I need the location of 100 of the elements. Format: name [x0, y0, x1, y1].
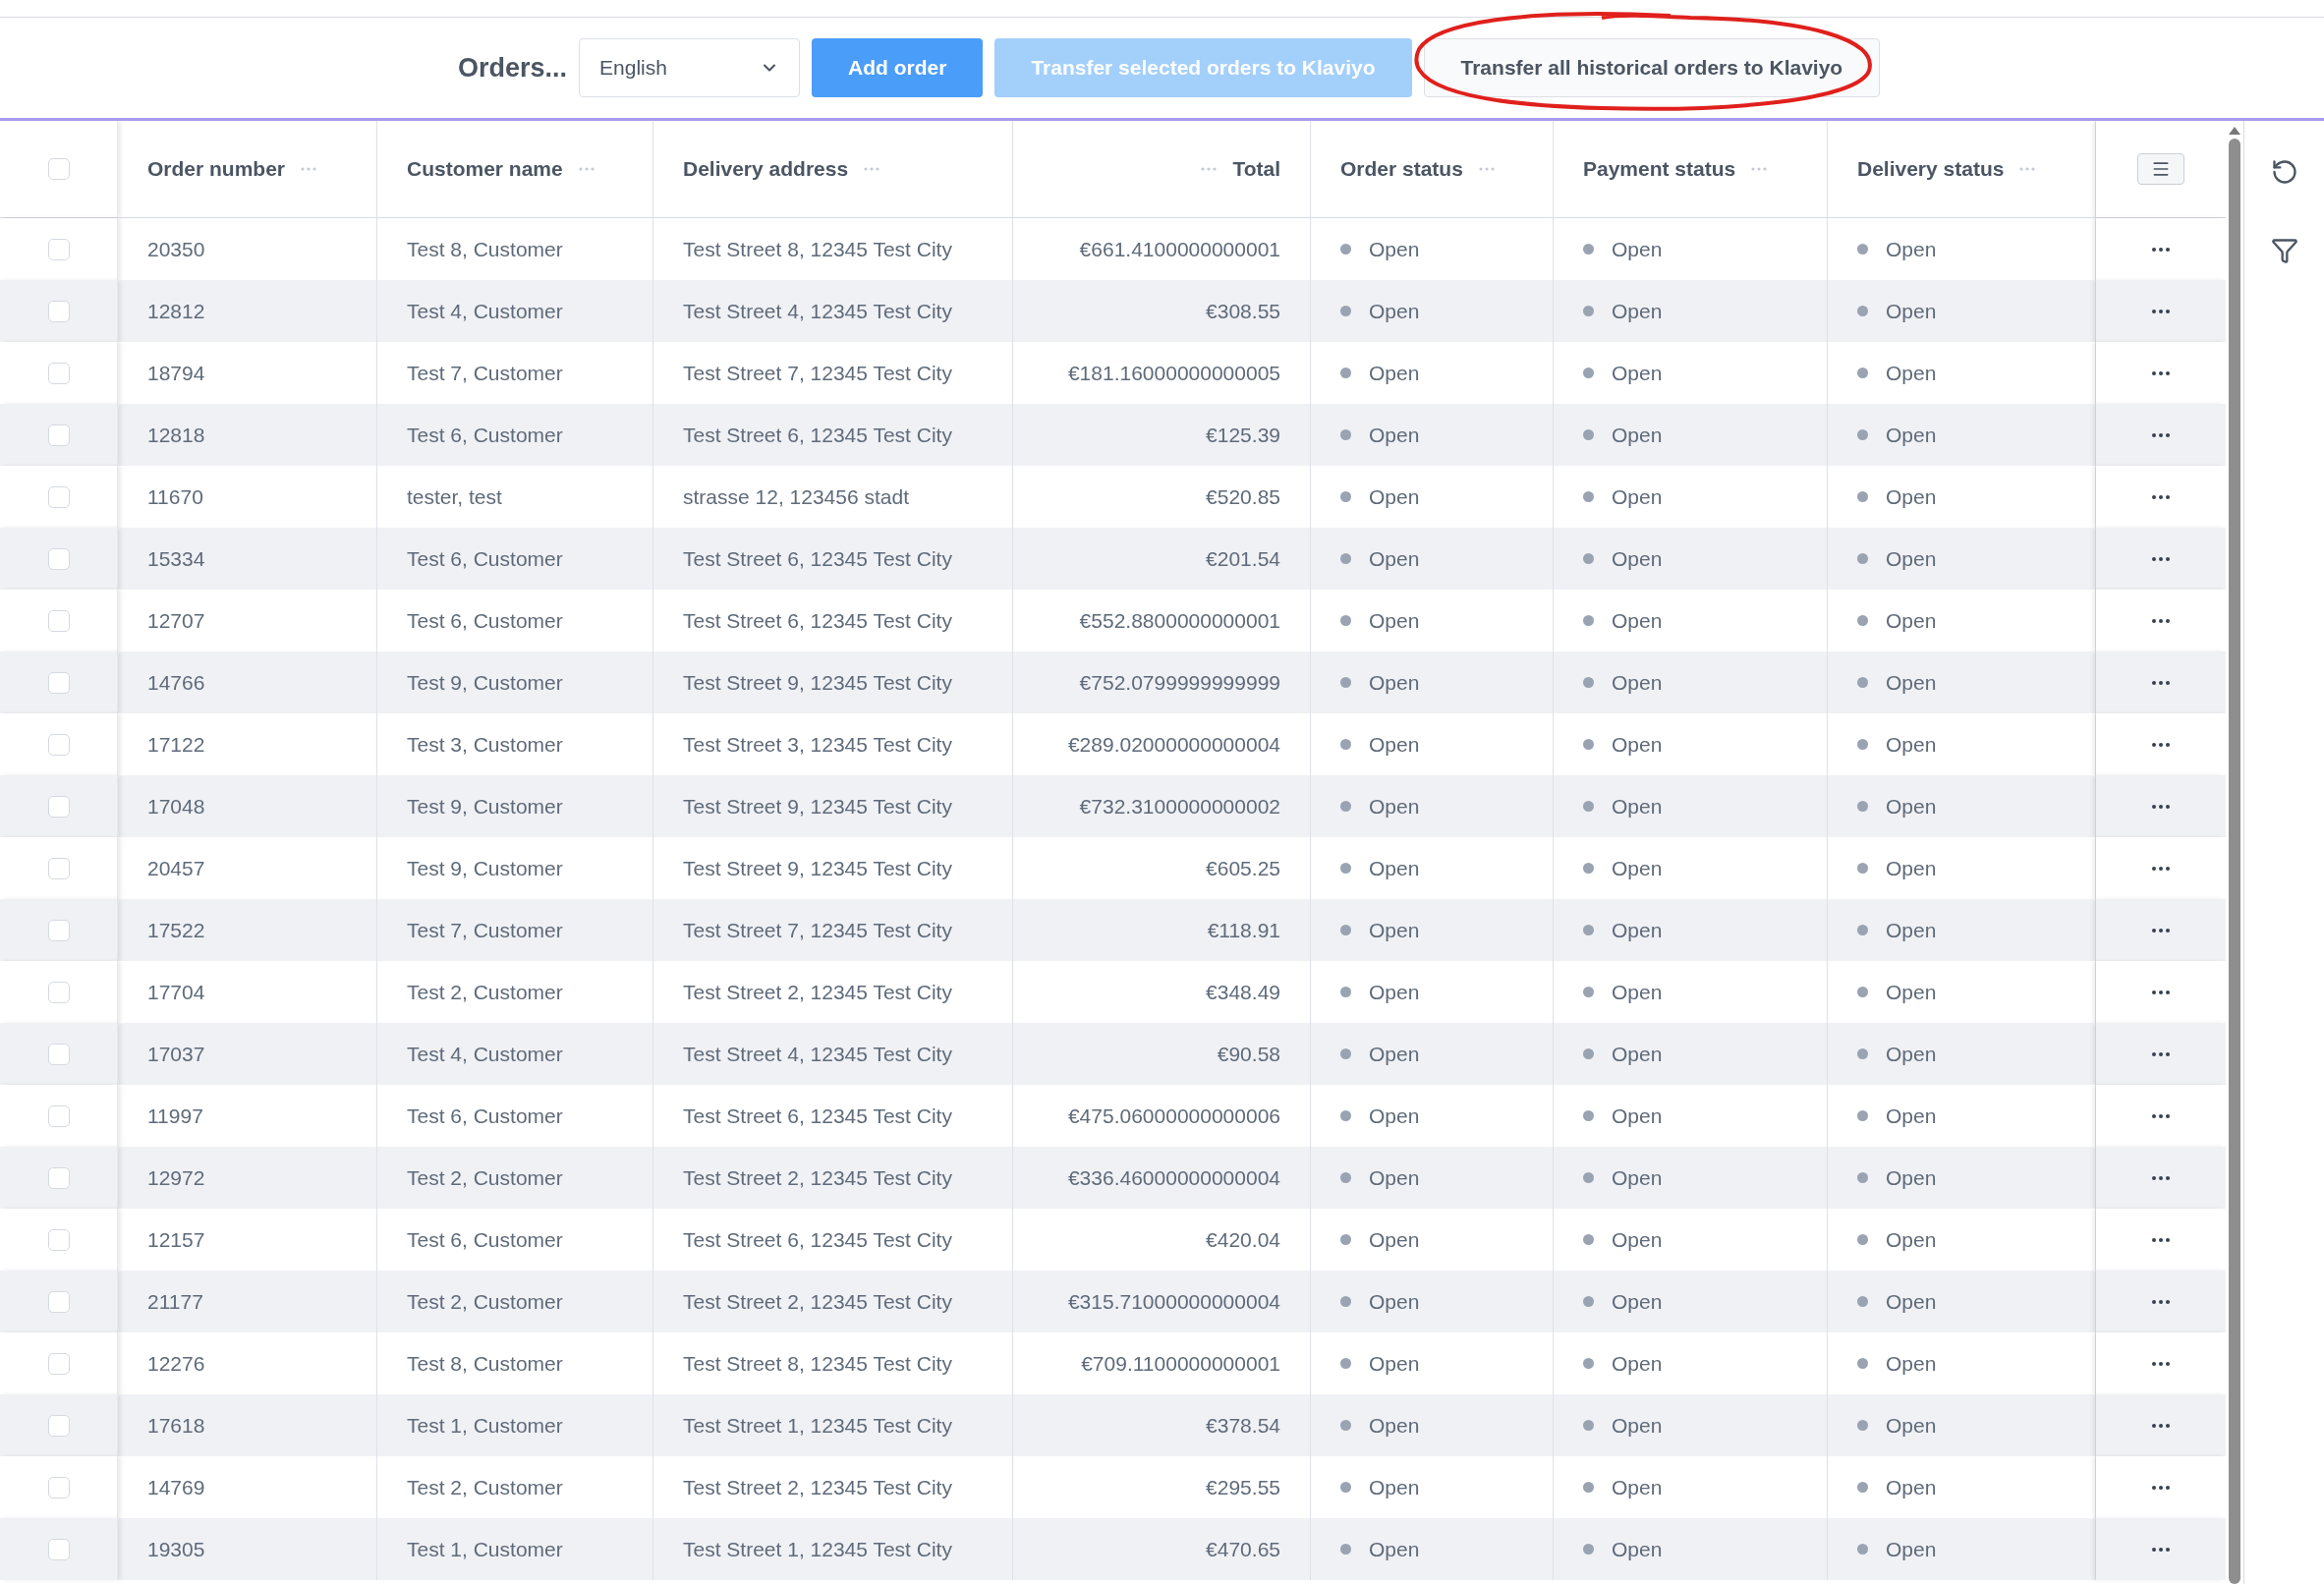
row-more-button[interactable]: [2152, 432, 2170, 437]
status-label: Open: [1857, 295, 1937, 327]
column-header[interactable]: Total: [1232, 153, 1280, 185]
checkbox[interactable]: [47, 1538, 70, 1560]
checkbox[interactable]: [47, 238, 70, 260]
row-more-button[interactable]: [2152, 866, 2170, 871]
column-menu-icon[interactable]: [2019, 167, 2036, 171]
row-more-button[interactable]: [2152, 990, 2170, 994]
row-more-button[interactable]: [2152, 928, 2170, 933]
row-more-button[interactable]: [2152, 370, 2170, 375]
checkbox[interactable]: [47, 733, 70, 756]
column-menu-icon[interactable]: [1201, 167, 1218, 171]
column-header[interactable]: Order number: [147, 153, 286, 185]
column-header[interactable]: Delivery address: [683, 153, 849, 185]
column-menu-icon[interactable]: [301, 167, 317, 171]
row-more-button[interactable]: [2152, 1299, 2170, 1304]
status-label: Open: [1340, 976, 1420, 1008]
checkbox[interactable]: [47, 1290, 70, 1313]
status-label: Open: [1857, 728, 1937, 761]
column-header[interactable]: Customer name: [407, 153, 563, 185]
table-cell-text: 12972: [147, 1164, 205, 1191]
row-more-button[interactable]: [2152, 1113, 2170, 1118]
checkbox[interactable]: [47, 1043, 70, 1065]
row-more-button[interactable]: [2152, 804, 2170, 809]
row-more-button[interactable]: [2152, 1423, 2170, 1428]
checkbox[interactable]: [47, 362, 70, 384]
more-icon: [2152, 1299, 2170, 1304]
table-cell-text: Test Street 2, 12345 Test City: [683, 1474, 952, 1500]
status-label: Open: [1583, 852, 1663, 884]
column-header[interactable]: Delivery status: [1857, 153, 2005, 185]
table-cell-text: €520.85: [1206, 483, 1280, 510]
table-cell-text: Test Street 1, 12345 Test City: [683, 1412, 952, 1439]
row-more-button[interactable]: [2152, 309, 2170, 313]
menu-button[interactable]: [2137, 153, 2184, 185]
table-cell-text: 17618: [147, 1412, 205, 1439]
table-cell-text: Test 9, Customer: [407, 855, 563, 881]
checkbox[interactable]: [47, 609, 70, 632]
row-more-button[interactable]: [2152, 1547, 2170, 1552]
more-icon: [2152, 370, 2170, 375]
checkbox[interactable]: [47, 485, 70, 508]
more-icon: [2152, 680, 2170, 685]
checkbox[interactable]: [47, 300, 70, 322]
status-label: Open: [1340, 1285, 1420, 1318]
checkbox[interactable]: [47, 547, 70, 570]
row-more-button[interactable]: [2152, 742, 2170, 747]
status-label: Open: [1857, 1223, 1937, 1256]
table-cell-text: 21177: [147, 1288, 203, 1315]
reset-button[interactable]: [2270, 158, 2298, 186]
table-cell-text: 12276: [147, 1350, 205, 1377]
table-cell-text: Test 7, Customer: [407, 917, 563, 943]
checkbox[interactable]: [47, 1352, 70, 1375]
language-select[interactable]: English: [579, 38, 801, 97]
table-cell-text: 17048: [147, 793, 205, 820]
status-label: Open: [1340, 852, 1420, 884]
row-more-button[interactable]: [2152, 1361, 2170, 1366]
table-cell-text: Test Street 6, 12345 Test City: [683, 1226, 952, 1253]
column-header[interactable]: Payment status: [1583, 153, 1736, 185]
table-cell-text: 14769: [147, 1474, 205, 1500]
row-more-button[interactable]: [2152, 1175, 2170, 1180]
status-label: Open: [1583, 1161, 1663, 1194]
table-cell-text: 11670: [147, 483, 203, 510]
table-cell-text: €552.8800000000001: [1079, 607, 1280, 634]
checkbox[interactable]: [47, 1228, 70, 1251]
status-label: Open: [1857, 233, 1937, 265]
row-more-button[interactable]: [2152, 1237, 2170, 1242]
checkbox[interactable]: [47, 424, 70, 446]
checkbox[interactable]: [47, 1414, 70, 1437]
table-cell-text: €470.65: [1206, 1536, 1280, 1562]
checkbox[interactable]: [47, 1166, 70, 1189]
table-cell-text: €348.49: [1206, 979, 1280, 1005]
table-cell-text: Test Street 1, 12345 Test City: [683, 1536, 952, 1562]
column-menu-icon[interactable]: [864, 167, 880, 171]
row-more-button[interactable]: [2152, 1485, 2170, 1490]
checkbox[interactable]: [47, 671, 70, 694]
filter-button[interactable]: [2270, 237, 2298, 264]
status-label: Open: [1340, 481, 1420, 513]
status-label: Open: [1857, 1471, 1937, 1503]
column-header[interactable]: Order status: [1340, 153, 1463, 185]
transfer-button[interactable]: Transfer all historical orders to Klaviyo: [1423, 38, 1881, 97]
checkbox[interactable]: [47, 158, 70, 180]
more-icon: [2152, 1423, 2170, 1428]
table-cell-text: Test Street 9, 12345 Test City: [683, 855, 952, 881]
checkbox[interactable]: [47, 919, 70, 941]
more-icon: [2152, 1485, 2170, 1490]
row-more-button[interactable]: [2152, 1051, 2170, 1056]
row-more-button[interactable]: [2152, 618, 2170, 623]
status-label: Open: [1583, 1100, 1663, 1132]
table-cell-text: Test 2, Customer: [407, 1164, 563, 1191]
column-menu-icon[interactable]: [1751, 167, 1768, 171]
column-menu-icon[interactable]: [578, 167, 595, 171]
column-menu-icon[interactable]: [1478, 167, 1495, 171]
row-more-button[interactable]: [2152, 494, 2170, 499]
row-more-button[interactable]: [2152, 680, 2170, 685]
row-more-button[interactable]: [2152, 556, 2170, 561]
row-more-button[interactable]: [2152, 247, 2170, 252]
checkbox[interactable]: [47, 1104, 70, 1127]
checkbox[interactable]: [47, 857, 70, 879]
checkbox[interactable]: [47, 1476, 70, 1499]
checkbox[interactable]: [47, 981, 70, 1003]
checkbox[interactable]: [47, 795, 70, 818]
